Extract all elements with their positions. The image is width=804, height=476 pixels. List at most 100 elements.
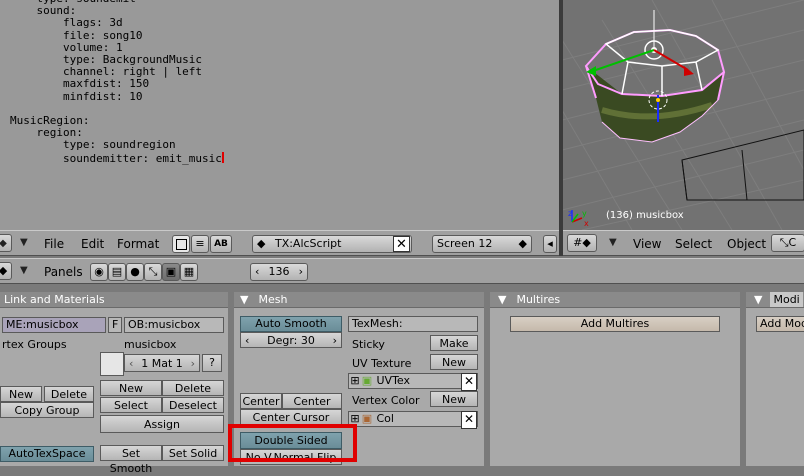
scene-context-icon[interactable]: ▦	[180, 263, 198, 281]
add-multires-button[interactable]: Add Multires	[510, 316, 720, 332]
uv-texture-new-button[interactable]: New	[430, 354, 478, 370]
code-last-line: soundemitter: emit_music	[10, 151, 222, 165]
area-divider[interactable]	[559, 0, 563, 256]
menu-select[interactable]: Select	[675, 237, 712, 251]
degree-value: Degr: 30	[267, 334, 315, 347]
screen-selector[interactable]: Screen 12 ◆	[432, 235, 532, 253]
axis-y-label: y	[582, 209, 587, 218]
axis-gizmo: z y x	[568, 209, 589, 228]
material-new-button[interactable]: New	[100, 380, 162, 396]
object-name-field[interactable]: OB:musicbox	[124, 317, 224, 333]
material-delete-button[interactable]: Delete	[162, 380, 224, 396]
panels-label[interactable]: Panels	[44, 265, 83, 279]
text-editor-header: ◆ ▼ File Edit Format ≡ AB ◆ TX:AlcScript…	[0, 230, 559, 256]
uvtex-layer[interactable]: ⊞ ▣ UVTex ✕	[348, 373, 478, 391]
buttons-header: ◆ ▼ Panels ◉ ▤ ● ⤡ ▣ ▦ ‹ 136 ›	[0, 258, 804, 284]
mesh-datablock-field[interactable]: ME:musicbox	[2, 317, 106, 333]
material-index-selector[interactable]: ‹ 1 Mat 1 ›	[124, 354, 200, 372]
material-help-button[interactable]: ?	[202, 354, 222, 372]
code-line: flags: 3d	[62, 16, 123, 30]
col-image-icon[interactable]: ▣	[361, 412, 373, 426]
object-info-label: (136) musicbox	[606, 210, 684, 221]
editing-context-icon[interactable]: ▣	[162, 263, 180, 281]
vertex-group-new-button[interactable]: New	[0, 386, 42, 402]
screen-prev-arrow-icon[interactable]: ◂	[543, 235, 557, 253]
script-context-icon[interactable]: ▤	[108, 263, 126, 281]
texmesh-field[interactable]: TexMesh:	[348, 316, 478, 332]
unlink-script-close-icon[interactable]: ✕	[393, 236, 410, 252]
mesh-collapse-icon: ▼	[240, 293, 249, 306]
modifiers-collapse-icon: ▼	[754, 293, 763, 306]
fullscreen-toggle-icon[interactable]	[172, 235, 190, 253]
code-line: MusicRegion:	[10, 114, 90, 128]
degree-field[interactable]: ‹ Degr: 30 ›	[240, 332, 342, 348]
buttons-window-type[interactable]: ◆	[0, 262, 12, 280]
uvtex-delete-close-icon[interactable]: ✕	[461, 373, 477, 391]
auto-smooth-toggle[interactable]: Auto Smooth	[240, 316, 342, 332]
material-deselect-button[interactable]: Deselect	[162, 397, 224, 413]
center-new-button[interactable]: Center New	[282, 393, 342, 423]
mat-prev-icon: ‹	[129, 357, 134, 370]
vertex-color-new-button[interactable]: New	[430, 391, 478, 407]
uvtex-render-icon[interactable]: ⊞	[349, 374, 361, 388]
line-numbers-toggle-icon[interactable]: ≡	[191, 235, 209, 253]
uvtex-image-icon[interactable]: ▣	[361, 374, 373, 388]
frame-number: 136	[268, 265, 290, 278]
sticky-make-button[interactable]: Make	[430, 335, 478, 351]
script-browse[interactable]: ◆ TX:AlcScript	[252, 235, 412, 253]
code-line: type: soundregion	[10, 138, 176, 152]
menu-format[interactable]: Format	[117, 237, 159, 251]
axis-x-label: x	[584, 219, 589, 228]
code-line: sound:	[36, 4, 77, 18]
frame-number-field[interactable]: ‹ 136 ›	[250, 263, 308, 281]
3d-viewport[interactable]: z y x (136) musicbox	[562, 0, 804, 230]
window-type-selector[interactable]: ◆	[0, 234, 12, 252]
material-select-button[interactable]: Select	[100, 397, 162, 413]
collapse-menu-triangle-icon[interactable]: ▼	[20, 237, 28, 248]
center-button[interactable]: Center	[240, 393, 282, 409]
text-cursor	[221, 151, 224, 163]
vertex-group-delete-button[interactable]: Delete	[44, 386, 94, 402]
code-line: maxfdist: 150	[62, 77, 150, 91]
mat-next-icon: ›	[190, 357, 195, 370]
degr-prev-icon: ‹	[245, 334, 250, 347]
multires-panel-header[interactable]: ▼ Multires	[490, 292, 740, 308]
object-context-icon[interactable]: ⤡	[144, 263, 162, 281]
center-cursor-button[interactable]: Center Cursor	[240, 409, 342, 425]
add-modifier-button[interactable]: Add Modi	[756, 316, 804, 332]
panel-title[interactable]: Link and Materials	[0, 292, 228, 308]
menu-object[interactable]: Object	[727, 237, 766, 251]
view-window-type-grid-icon[interactable]: #◆	[567, 234, 597, 252]
browse-updown-icon: ◆	[257, 237, 266, 250]
menu-edit[interactable]: Edit	[81, 237, 104, 251]
menu-file[interactable]: File	[44, 237, 64, 251]
text-editor[interactable]: type: soundemit sound: flags: 3d file: s…	[0, 0, 560, 230]
code-text[interactable]: type: soundemit sound: flags: 3d file: s…	[10, 0, 224, 165]
code-line: volume: 1	[62, 40, 123, 54]
material-index-label: 1 Mat 1	[141, 357, 183, 370]
set-smooth-button[interactable]: Set Smooth	[100, 445, 162, 475]
material-assign-button[interactable]: Assign	[100, 415, 224, 433]
buttons-menu-triangle-icon[interactable]: ▼	[20, 265, 28, 276]
mode-selector-icon[interactable]: ⤡C	[771, 234, 804, 252]
set-solid-button[interactable]: Set Solid	[162, 445, 224, 461]
logic-context-icon[interactable]: ◉	[90, 263, 108, 281]
material-color-swatch[interactable]	[100, 352, 124, 376]
code-line: minfdist: 10	[62, 89, 143, 103]
shading-context-icon[interactable]: ●	[126, 263, 144, 281]
col-layer[interactable]: ⊞ ▣ Col ✕	[348, 411, 478, 429]
modifiers-panel-header[interactable]: ▼ Modi	[746, 292, 804, 308]
syntax-highlight-toggle[interactable]: AB	[210, 235, 232, 253]
vertex-groups-label: rtex Groups	[2, 338, 67, 351]
col-delete-close-icon[interactable]: ✕	[461, 411, 477, 429]
autotexspace-toggle[interactable]: AutoTexSpace	[0, 446, 94, 462]
col-name: Col	[376, 412, 394, 425]
modifiers-panel: ▼ Modi Add Modi	[746, 292, 804, 466]
view-menu-triangle-icon[interactable]: ▼	[609, 237, 617, 248]
fake-user-button[interactable]: F	[108, 317, 122, 333]
copy-group-button[interactable]: Copy Group	[0, 402, 94, 418]
frame-next-icon: ›	[298, 265, 303, 278]
menu-view[interactable]: View	[633, 237, 661, 251]
mesh-panel-header[interactable]: ▼ Mesh	[234, 292, 484, 308]
sticky-label: Sticky	[352, 338, 385, 351]
